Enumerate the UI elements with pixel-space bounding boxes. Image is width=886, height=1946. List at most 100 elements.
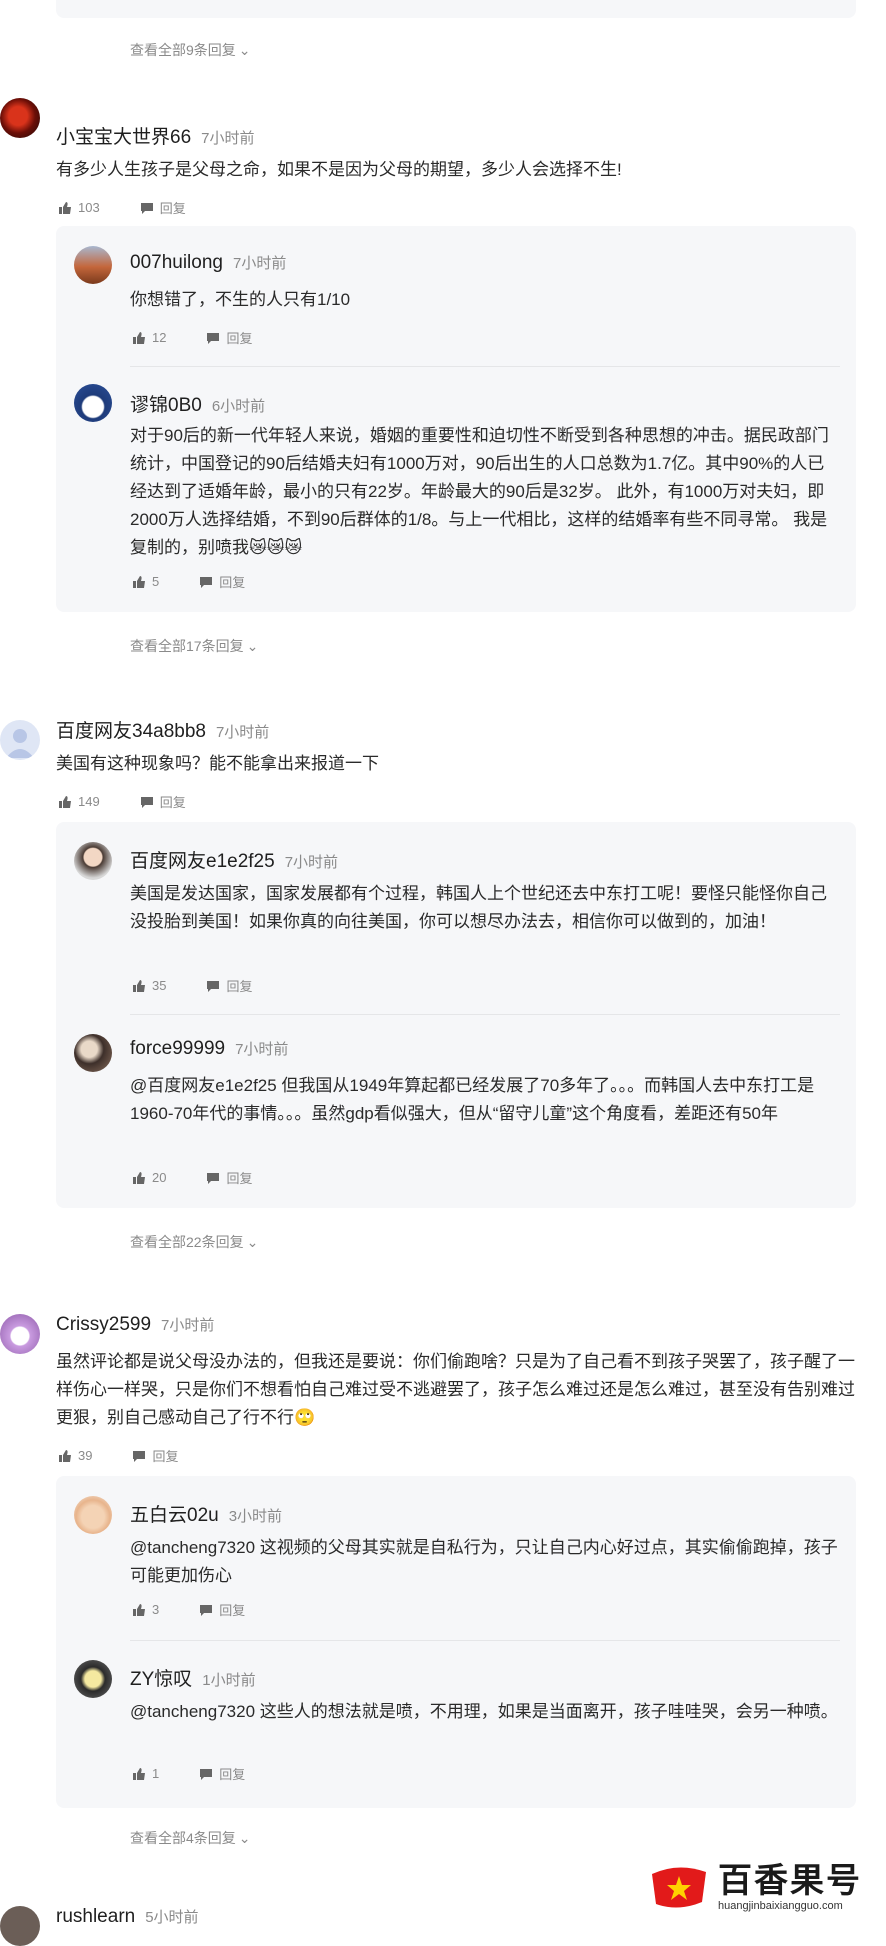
view-more-label: 查看全部4条回复: [130, 1830, 236, 1846]
comment-author[interactable]: Crissy2599: [56, 1314, 151, 1336]
avatar[interactable]: [74, 246, 112, 284]
comment-time: 7小时前: [161, 1317, 215, 1334]
comment-icon: [199, 1603, 213, 1617]
thumbs-up-icon: [132, 979, 146, 993]
like-button[interactable]: 20: [132, 1170, 166, 1185]
reply-text: 美国是发达国家，国家发展都有个过程，韩国人上个世纪还去中东打工呢！要怪只能怪你自…: [130, 884, 827, 931]
reply-label: 回复: [226, 1171, 253, 1186]
like-count: 39: [78, 1448, 93, 1463]
avatar[interactable]: [0, 98, 40, 138]
reply-label: 回复: [159, 201, 186, 216]
like-button[interactable]: 1: [132, 1766, 159, 1781]
comment-icon: [140, 795, 154, 809]
reply-time: 7小时前: [232, 255, 287, 272]
like-button[interactable]: 3: [132, 1602, 159, 1617]
comment-time: 5小时前: [145, 1909, 199, 1926]
chevron-down-icon: ⌄: [246, 1233, 259, 1250]
thumbs-up-icon: [132, 575, 146, 589]
avatar[interactable]: [74, 1034, 112, 1072]
comment-header: 小宝宝大世界66 7小时前: [56, 122, 254, 149]
reply-author[interactable]: 百度网友e1e2f25: [130, 846, 275, 873]
reply-button[interactable]: 回复: [206, 1168, 252, 1187]
reply-text: 你想错了，不生的人只有1/10: [130, 290, 351, 309]
avatar[interactable]: [0, 1314, 40, 1354]
view-all-replies[interactable]: 查看全部4条回复 ⌄: [130, 1828, 251, 1848]
reply-label: 回复: [226, 331, 253, 346]
reply-author[interactable]: 五白云02u: [130, 1500, 219, 1527]
reply-label: 回复: [159, 795, 186, 810]
comment-author[interactable]: 百度网友34a8bb8: [56, 716, 206, 743]
view-more-label: 查看全部9条回复: [130, 42, 236, 58]
avatar[interactable]: [74, 1660, 112, 1698]
reply-header: 谬锦0B0 6小时前: [130, 390, 265, 417]
comment-icon: [206, 979, 220, 993]
reply-button[interactable]: 回复: [199, 1600, 245, 1619]
comment-icon: [199, 1767, 213, 1781]
like-button[interactable]: 35: [132, 978, 166, 993]
reply-label: 回复: [219, 575, 246, 590]
thumbs-up-icon: [132, 1767, 146, 1781]
comment-icon: [132, 1449, 146, 1463]
reply-button[interactable]: 回复: [199, 1764, 245, 1783]
reply-label: 回复: [219, 1767, 246, 1782]
reply-text: 对于90后的新一代年轻人来说，婚姻的重要性和迫切性不断受到各种思想的冲击。据民政…: [130, 426, 829, 557]
avatar[interactable]: [74, 1496, 112, 1534]
reply-author[interactable]: force99999: [130, 1038, 225, 1060]
like-button[interactable]: 39: [58, 1448, 92, 1463]
reply-button[interactable]: 回复: [199, 572, 245, 591]
like-button[interactable]: 12: [132, 330, 166, 345]
avatar[interactable]: [0, 1906, 40, 1946]
reply-time: 1小时前: [202, 1672, 256, 1689]
reply-header: 007huilong 7小时前: [130, 252, 286, 274]
comment-actions: 149 回复: [58, 792, 186, 811]
reply-text: @tancheng7320 这视频的父母其实就是自私行为，只让自己内心好过点，其…: [130, 1538, 838, 1585]
divider: [130, 1014, 840, 1015]
like-count: 149: [78, 794, 100, 809]
view-all-replies[interactable]: 查看全部22条回复 ⌄: [130, 1232, 258, 1252]
comment-icon: [206, 1171, 220, 1185]
reply-label: 回复: [219, 1603, 246, 1618]
reply-button[interactable]: 回复: [206, 328, 252, 347]
reply-time: 3小时前: [228, 1508, 283, 1525]
thumbs-up-icon: [58, 795, 72, 809]
thumbs-up-icon: [132, 331, 146, 345]
reply-author[interactable]: 007huilong: [130, 252, 223, 274]
view-all-replies[interactable]: 查看全部17条回复 ⌄: [130, 636, 258, 656]
reply-label: 回复: [152, 1449, 179, 1464]
avatar[interactable]: [0, 720, 40, 760]
view-more-label: 查看全部22条回复: [130, 1234, 244, 1250]
like-count: 5: [152, 574, 160, 589]
reply-button[interactable]: 回复: [206, 976, 252, 995]
reply-list: 007huilong 7小时前 你想错了，不生的人只有1/10 12 回复 谬锦…: [56, 226, 856, 612]
like-button[interactable]: 5: [132, 574, 159, 589]
like-button[interactable]: 103: [58, 200, 100, 215]
divider: [130, 1640, 840, 1641]
like-button[interactable]: 149: [58, 794, 100, 809]
comment-text: 美国有这种现象吗？能不能拿出来报道一下: [56, 754, 379, 773]
comment-icon: [199, 575, 213, 589]
watermark: 百香果号 huangjinbaixiangguo.com: [642, 1858, 868, 1916]
comment-header: 百度网友34a8bb8 7小时前: [56, 716, 269, 743]
comment-icon: [140, 201, 154, 215]
avatar[interactable]: [74, 842, 112, 880]
reply-header: ZY惊叹 1小时前: [130, 1664, 256, 1691]
divider: [130, 366, 840, 367]
reply-button[interactable]: 回复: [140, 198, 186, 217]
reply-header: force99999 7小时前: [130, 1038, 288, 1060]
reply-button[interactable]: 回复: [132, 1446, 178, 1465]
like-count: 1: [152, 1766, 160, 1781]
reply-time: 7小时前: [235, 1041, 289, 1058]
reply-author[interactable]: ZY惊叹: [130, 1664, 192, 1691]
avatar[interactable]: [74, 384, 112, 422]
thumbs-up-icon: [58, 201, 72, 215]
reply-author[interactable]: 谬锦0B0: [130, 390, 202, 417]
comment-author[interactable]: rushlearn: [56, 1906, 135, 1928]
comment-time: 7小时前: [201, 130, 255, 147]
comment-text: 有多少人生孩子是父母之命，如果不是因为父母的期望，多少人会选择不生!: [56, 160, 622, 179]
view-all-replies-top[interactable]: 查看全部9条回复 ⌄: [130, 40, 251, 60]
brand-logo-icon: [652, 1867, 706, 1908]
comment-author[interactable]: 小宝宝大世界66: [56, 122, 191, 149]
reply-button[interactable]: 回复: [140, 792, 186, 811]
comment-actions: 39 回复: [58, 1446, 178, 1465]
comment-icon: [206, 331, 220, 345]
